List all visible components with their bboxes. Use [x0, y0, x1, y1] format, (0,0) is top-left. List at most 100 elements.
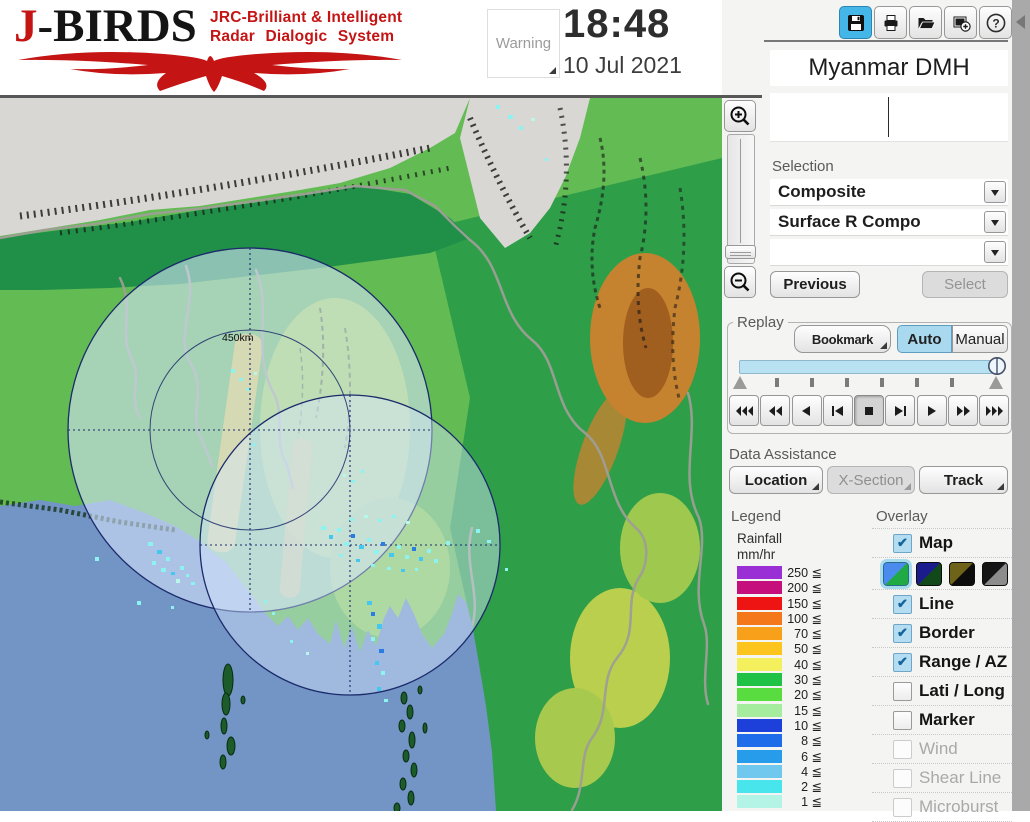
- xsection-button[interactable]: X-Section: [827, 466, 915, 494]
- overlay-row-lati-long[interactable]: Lati / Long: [872, 677, 1012, 706]
- rain-echo: [157, 550, 162, 554]
- warning-label: Warning: [495, 35, 552, 52]
- map-zoom-slider-thumb[interactable]: [725, 245, 756, 259]
- map-style-swatch-3[interactable]: [949, 561, 975, 586]
- play-back-button[interactable]: [791, 395, 822, 426]
- replay-slider-thumb[interactable]: [987, 356, 1007, 376]
- checkbox[interactable]: ✔: [893, 594, 912, 614]
- island: [407, 790, 415, 806]
- overlay-item-label: Wind: [919, 739, 958, 758]
- overlay-row-range-az[interactable]: ✔ Range / AZ: [872, 648, 1012, 677]
- map-zoom-slider[interactable]: [725, 134, 756, 264]
- auto-label: Auto: [907, 330, 942, 348]
- map-style-swatch-4[interactable]: [982, 561, 1008, 586]
- legend-item: 1 ≦: [737, 795, 867, 809]
- eagle-logo-icon: [18, 52, 402, 92]
- slider-end-marker[interactable]: [989, 376, 1003, 389]
- overlay-row-marker[interactable]: Marker: [872, 706, 1012, 735]
- auto-button[interactable]: Auto: [897, 325, 952, 353]
- overlay-label: Overlay: [876, 508, 928, 525]
- legend-value: 40 ≦: [794, 657, 822, 672]
- rain-echo: [253, 443, 256, 446]
- stop-button[interactable]: [854, 395, 885, 426]
- overlay-row-shear-line[interactable]: Shear Line: [872, 764, 1012, 793]
- warning-button[interactable]: Warning: [487, 9, 560, 78]
- clock-date: 10 Jul 2021: [563, 52, 682, 78]
- checkbox[interactable]: [893, 710, 912, 730]
- stop-icon: [864, 406, 873, 415]
- step-forward-icon: [894, 405, 906, 416]
- rewind-button[interactable]: [760, 395, 791, 426]
- select-button[interactable]: Select: [922, 271, 1008, 298]
- data-assistance-label: Data Assistance: [729, 446, 837, 463]
- legend-value: 15 ≦: [794, 703, 822, 718]
- rain-echo: [351, 534, 355, 538]
- island: [240, 695, 246, 705]
- overlay-row-border[interactable]: ✔ Border: [872, 619, 1012, 648]
- rain-echo: [166, 557, 170, 561]
- overlay-row-wind[interactable]: Wind: [872, 735, 1012, 764]
- app-logo: J-BIRDS JRC-Brilliant & Intelligent Rada…: [14, 2, 414, 94]
- previous-button[interactable]: Previous: [770, 271, 860, 298]
- step-forward-button[interactable]: [885, 395, 916, 426]
- zoom-in-icon: [730, 106, 750, 126]
- rain-echo: [384, 699, 388, 702]
- checkbox[interactable]: ✔: [893, 652, 912, 672]
- rewind-start-button[interactable]: [729, 395, 759, 426]
- checkbox[interactable]: [893, 681, 912, 701]
- product-combo-2-arrow[interactable]: [984, 211, 1006, 233]
- rain-echo: [306, 652, 309, 655]
- rain-echo: [415, 568, 418, 571]
- overlay-row-microburst[interactable]: Microburst: [872, 793, 1012, 822]
- rain-echo: [361, 470, 364, 473]
- rain-echo: [171, 606, 174, 609]
- manual-button[interactable]: Manual: [952, 325, 1008, 353]
- rain-echo: [397, 545, 401, 549]
- legend-value: 10 ≦: [794, 718, 822, 733]
- rain-echo: [496, 105, 500, 109]
- replay-slider-track[interactable]: [739, 360, 1003, 374]
- overlay-row-line[interactable]: ✔ Line: [872, 590, 1012, 619]
- add-image-button[interactable]: [944, 6, 977, 39]
- product-combo-3[interactable]: [770, 239, 1008, 266]
- checkbox[interactable]: ✔: [893, 533, 912, 553]
- legend-color-chip: [737, 764, 782, 778]
- collapse-arrow-icon[interactable]: [1016, 15, 1025, 29]
- step-back-button[interactable]: [822, 395, 853, 426]
- logo-j: J: [14, 0, 38, 52]
- legend-item: 200 ≦: [737, 581, 867, 595]
- save-button[interactable]: [839, 6, 872, 39]
- svg-text:?: ?: [992, 16, 999, 30]
- product-combo-2[interactable]: Surface R Compo: [770, 209, 1008, 236]
- track-button[interactable]: Track: [919, 466, 1008, 494]
- checkbox[interactable]: ✔: [893, 623, 912, 643]
- slider-start-marker[interactable]: [733, 376, 747, 389]
- overlay-item-label: Border: [919, 623, 975, 642]
- open-folder-button[interactable]: [909, 6, 942, 39]
- fast-forward-button[interactable]: [948, 395, 979, 426]
- overlay-row-map[interactable]: ✔ Map: [872, 529, 1012, 558]
- product-combo-1[interactable]: Composite: [770, 179, 1008, 206]
- overlay-item-label: Marker: [919, 710, 975, 729]
- bookmark-button[interactable]: Bookmark: [794, 325, 891, 353]
- forward-end-button[interactable]: [979, 395, 1010, 426]
- product-combo-3-arrow[interactable]: [984, 241, 1006, 263]
- map-style-swatch-1[interactable]: [880, 558, 912, 589]
- panel-collapse-strip[interactable]: [1012, 0, 1030, 811]
- map-zoom-in-button[interactable]: [724, 100, 756, 132]
- location-button[interactable]: Location: [729, 466, 823, 494]
- play-button[interactable]: [916, 395, 947, 426]
- rain-echo: [180, 566, 184, 570]
- map-style-swatch-2[interactable]: [916, 561, 942, 586]
- map-zoom-out-button[interactable]: [724, 266, 756, 298]
- help-button[interactable]: ?: [979, 6, 1012, 39]
- product-combo-1-arrow[interactable]: [984, 181, 1006, 203]
- overlay-item-label: Lati / Long: [919, 681, 1005, 700]
- radar-map[interactable]: 450km: [0, 98, 722, 811]
- island: [204, 730, 210, 740]
- rain-echo: [427, 549, 431, 553]
- rain-echo: [371, 612, 375, 616]
- print-button[interactable]: [874, 6, 907, 39]
- rain-echo: [377, 624, 382, 629]
- rain-echo: [356, 559, 360, 562]
